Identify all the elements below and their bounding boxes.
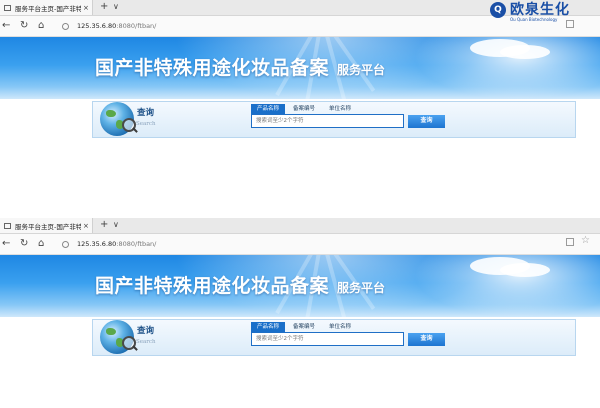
home-icon[interactable]: ⌂ bbox=[38, 237, 44, 251]
tab-strip: 服务平台主页-国产非特 × + ∨ bbox=[0, 218, 600, 234]
close-icon[interactable]: × bbox=[83, 222, 89, 230]
browser-window: 服务平台主页-国产非特 × + ∨ ← ↻ ⌂ 125.35.6.80:8080… bbox=[0, 0, 600, 190]
banner-title: 国产非特殊用途化妆品备案 bbox=[95, 57, 330, 79]
magnifier-icon bbox=[122, 118, 136, 132]
search-input[interactable] bbox=[251, 114, 404, 128]
back-arrow-icon[interactable]: ← bbox=[2, 19, 10, 33]
site-banner: 国产非特殊用途化妆品备案 服务平台 bbox=[0, 37, 600, 99]
tab-record-number[interactable]: 备案编号 bbox=[287, 104, 321, 114]
home-icon[interactable]: ⌂ bbox=[38, 19, 44, 33]
tab-menu-chevron-icon[interactable]: ∨ bbox=[113, 219, 119, 231]
search-label-en: Search bbox=[136, 339, 156, 345]
tab-main[interactable]: 服务平台主页-国产非特 × bbox=[0, 218, 93, 233]
tab-main[interactable]: 服务平台主页-国产非特 × bbox=[0, 0, 93, 15]
banner-subtitle: 服务平台 bbox=[337, 63, 386, 77]
back-arrow-icon[interactable]: ← bbox=[2, 237, 10, 251]
search-label: 查询 bbox=[137, 326, 155, 336]
cloud-decoration bbox=[500, 263, 550, 277]
browser-window: 服务平台主页-国产非特 × + ∨ ← ↻ ⌂ 125.35.6.80:8080… bbox=[0, 218, 600, 408]
page-title: 国产非特殊用途化妆品备案 服务平台 bbox=[95, 53, 385, 80]
cloud-decoration bbox=[500, 45, 550, 59]
reading-view-icon[interactable] bbox=[566, 20, 574, 28]
tab-menu-chevron-icon[interactable]: ∨ bbox=[113, 1, 119, 13]
search-button[interactable]: 查询 bbox=[408, 333, 445, 346]
magnifier-icon bbox=[122, 336, 136, 350]
site-banner: 国产非特殊用途化妆品备案 服务平台 bbox=[0, 255, 600, 317]
reload-icon[interactable]: ↻ bbox=[20, 237, 28, 251]
search-label: 查询 bbox=[137, 108, 155, 118]
search-button[interactable]: 查询 bbox=[408, 115, 445, 128]
logo-name: 欧泉生化 bbox=[510, 2, 570, 18]
url-text: 125.35.6.80:8080/ftban/ bbox=[77, 22, 157, 30]
new-tab-button[interactable]: + bbox=[100, 219, 108, 231]
search-type-tabs: 产品名称 备案编号 单位名称 bbox=[251, 322, 359, 332]
reading-view-icon[interactable] bbox=[566, 238, 574, 246]
page-icon bbox=[4, 4, 11, 11]
tab-company-name[interactable]: 单位名称 bbox=[323, 104, 357, 114]
page-title: 国产非特殊用途化妆品备案 服务平台 bbox=[95, 271, 385, 298]
site-info-icon[interactable] bbox=[62, 22, 69, 30]
reload-icon[interactable]: ↻ bbox=[20, 19, 28, 33]
address-bar-row: ← ↻ ⌂ 125.35.6.80:8080/ftban/ ☆ bbox=[0, 234, 600, 255]
tab-title: 服务平台主页-国产非特 bbox=[15, 222, 81, 231]
tab-product-name[interactable]: 产品名称 bbox=[251, 104, 286, 114]
logo-subtitle: Ou Quan Biotechnology bbox=[510, 17, 558, 22]
page-icon bbox=[4, 222, 11, 229]
new-tab-button[interactable]: + bbox=[100, 1, 108, 13]
watermark-logo: Q 欧泉生化 Ou Quan Biotechnology bbox=[490, 2, 570, 22]
search-input[interactable] bbox=[251, 332, 404, 346]
tab-company-name[interactable]: 单位名称 bbox=[323, 322, 357, 332]
tab-record-number[interactable]: 备案编号 bbox=[287, 322, 321, 332]
url-text: 125.35.6.80:8080/ftban/ bbox=[77, 240, 157, 248]
tab-product-name[interactable]: 产品名称 bbox=[251, 322, 286, 332]
site-info-icon[interactable] bbox=[62, 240, 69, 248]
address-field[interactable]: 125.35.6.80:8080/ftban/ bbox=[62, 237, 592, 251]
favorite-star-icon[interactable]: ☆ bbox=[581, 235, 590, 246]
banner-subtitle: 服务平台 bbox=[337, 281, 386, 295]
tab-title: 服务平台主页-国产非特 bbox=[15, 4, 81, 13]
banner-title: 国产非特殊用途化妆品备案 bbox=[95, 275, 330, 297]
search-label-en: Search bbox=[136, 121, 156, 127]
logo-q-icon: Q bbox=[490, 2, 506, 18]
search-type-tabs: 产品名称 备案编号 单位名称 bbox=[251, 104, 359, 114]
close-icon[interactable]: × bbox=[83, 4, 89, 12]
